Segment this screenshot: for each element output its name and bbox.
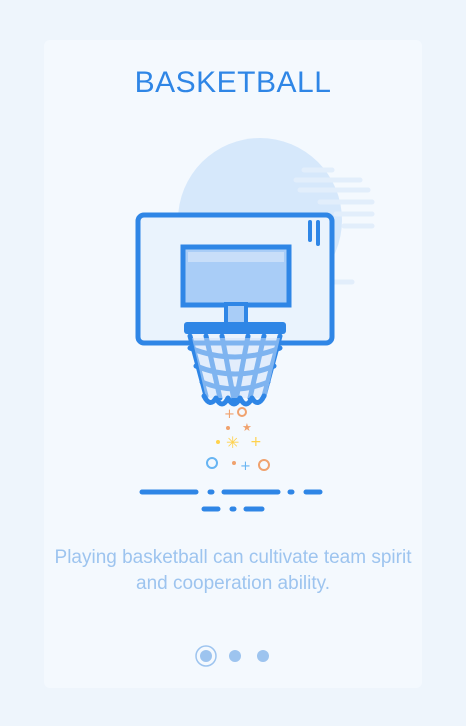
basketball-hoop-icon: + ★ ✳ + + [135,138,375,512]
page-dot-2[interactable] [229,650,241,662]
pagination-dots [195,645,269,667]
svg-text:★: ★ [242,421,252,434]
svg-text:+: + [240,459,251,474]
page-dot-3[interactable] [257,650,269,662]
description-text: Playing basketball can cultivate team sp… [54,547,412,594]
svg-text:+: + [250,434,262,450]
page-dot-1[interactable] [195,645,217,667]
svg-text:✳: ✳ [226,433,239,452]
svg-text:+: + [224,407,235,422]
